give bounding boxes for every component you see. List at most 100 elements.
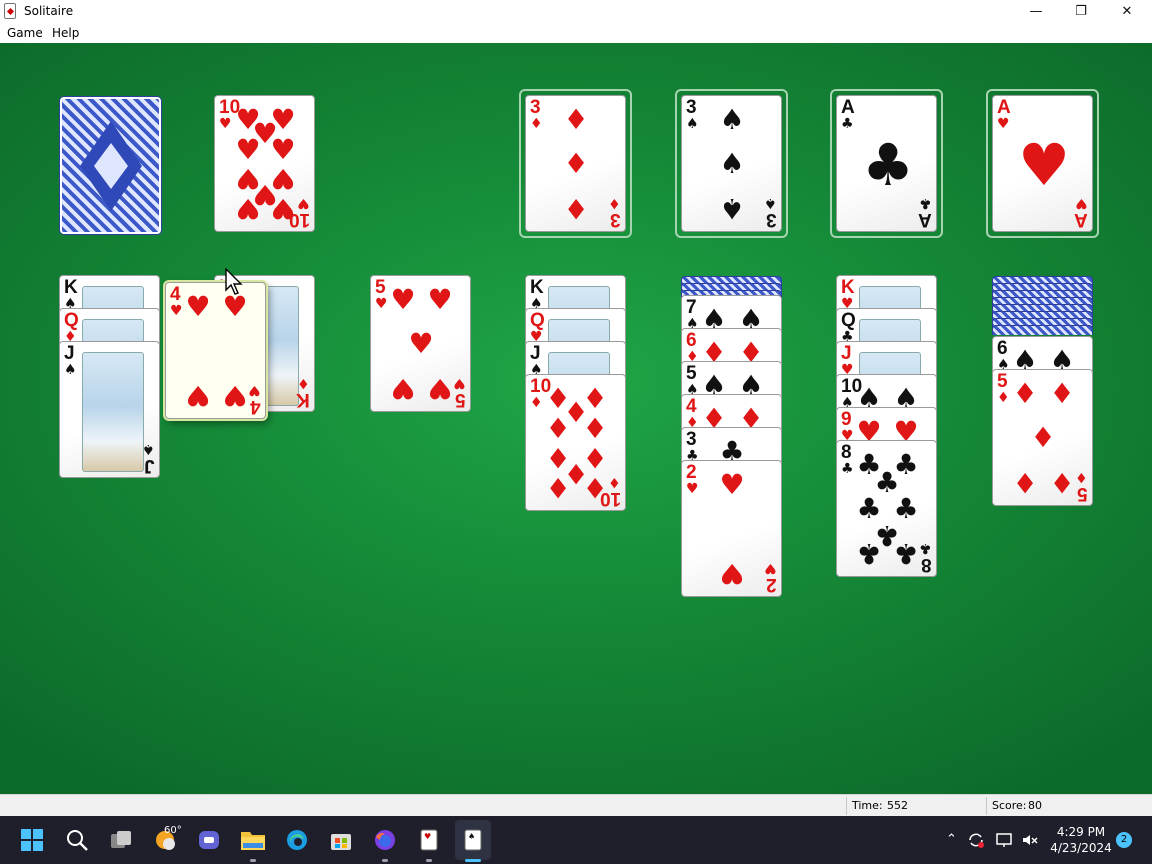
tableau-1-card[interactable]: J ♠ ♠ J bbox=[59, 341, 160, 478]
tableau-4-card[interactable]: 10 ♦ ♦ ♦ ♦ ♦ ♦ ♦ ♦ ♦ ♦ ♦ ♦ 10 bbox=[525, 374, 626, 511]
card-rank: K bbox=[530, 277, 544, 298]
card-rank: 9 bbox=[841, 409, 852, 430]
solitaire-active-icon[interactable]: ♠ bbox=[457, 824, 489, 856]
card-suit-icon: ♥ bbox=[1075, 195, 1088, 211]
game-table[interactable]: 10 ♥ ♥ ♥ ♥ ♥ ♥ ♥ ♥ ♥ ♥ ♥ ♥ 10 3 ♦ ♦ ♦ ♦ … bbox=[0, 43, 1152, 794]
pip-icon: ♥ bbox=[235, 133, 261, 166]
pip-icon: ♥ bbox=[408, 327, 434, 360]
card-rank: Q bbox=[64, 310, 79, 331]
minimize-button[interactable]: — bbox=[1013, 0, 1059, 22]
weather-temperature: 60° bbox=[164, 825, 182, 836]
file-explorer-icon[interactable] bbox=[237, 824, 269, 856]
card-suit-icon: ♥ bbox=[453, 375, 466, 391]
pip-icon: ♥ bbox=[390, 283, 416, 316]
card-rank: 5 bbox=[455, 389, 466, 410]
card-suit-icon: ♥ bbox=[219, 116, 232, 132]
menu-help[interactable]: Help bbox=[52, 26, 79, 40]
menu-bar: Game Help bbox=[0, 22, 1152, 43]
pip-icon: ♠ bbox=[719, 103, 745, 136]
network-icon[interactable] bbox=[994, 830, 1014, 854]
firefox-icon[interactable] bbox=[369, 824, 401, 856]
waste-card[interactable]: 10 ♥ ♥ ♥ ♥ ♥ ♥ ♥ ♥ ♥ ♥ ♥ ♥ 10 bbox=[214, 95, 315, 232]
stock-pile[interactable] bbox=[60, 97, 161, 234]
score-label: Score: bbox=[992, 799, 1027, 812]
pip-icon: ♥ bbox=[185, 379, 211, 412]
card-rank: 5 bbox=[375, 277, 386, 298]
card-suit-icon: ♣ bbox=[919, 195, 932, 211]
time-value: 552 bbox=[887, 799, 908, 812]
pip-icon: ♥ bbox=[390, 372, 416, 405]
card-suit-icon: ♠ bbox=[764, 195, 777, 211]
svg-text:♠: ♠ bbox=[468, 832, 475, 841]
foundation-1-card[interactable]: 3 ♦ ♦ ♦ ♦ ♦ 3 bbox=[525, 95, 626, 232]
card-suit-icon: ♥ bbox=[764, 560, 777, 576]
clock-time: 4:29 PM bbox=[1056, 825, 1106, 839]
active-indicator bbox=[465, 859, 481, 862]
pip-icon: ♦ bbox=[563, 103, 589, 136]
card-suit-icon: ♦ bbox=[297, 375, 310, 391]
tableau-7-card[interactable]: 5 ♦ ♦ ♦ ♦ ♦ ♦ ♦ 5 bbox=[992, 369, 1093, 506]
card-rank: K bbox=[64, 277, 78, 298]
store-icon[interactable] bbox=[325, 824, 357, 856]
card-rank: 4 bbox=[170, 284, 181, 305]
pip-icon: ♦ bbox=[1030, 421, 1056, 454]
card-rank: 3 bbox=[686, 429, 697, 450]
card-suit-icon: ♦ bbox=[608, 195, 621, 211]
tableau-6-card[interactable]: 8 ♣ ♣ ♣ ♣ ♣ ♣ ♣ ♣ ♣ ♣ 8 bbox=[836, 440, 937, 577]
running-indicator bbox=[426, 859, 432, 862]
edge-icon[interactable] bbox=[281, 824, 313, 856]
score-value: 80 bbox=[1028, 799, 1042, 812]
volume-muted-icon[interactable] bbox=[1020, 830, 1040, 854]
pip-icon: ♠ bbox=[719, 147, 745, 180]
card-suit-icon: ♥ bbox=[297, 195, 310, 211]
menu-game[interactable]: Game bbox=[7, 26, 43, 40]
card-suit-icon: ♥ bbox=[375, 296, 388, 312]
pip-icon: ♥ bbox=[270, 133, 296, 166]
windows-start-icon[interactable] bbox=[16, 824, 48, 856]
chevron-up-icon[interactable]: ⌃ bbox=[946, 832, 957, 847]
foundation-2-card[interactable]: 3 ♠ ♠ ♠ ♠ ♠ 3 bbox=[681, 95, 782, 232]
teams-icon[interactable] bbox=[193, 824, 225, 856]
solitaire-icon[interactable]: ♥ bbox=[413, 824, 445, 856]
card-rank: 3 bbox=[766, 209, 777, 230]
tableau-5-card[interactable]: 2 ♥ ♥ ♥ ♥ 2 bbox=[681, 460, 782, 597]
title-bar: Solitaire — ❐ ✕ bbox=[0, 0, 1152, 22]
foundation-3-card[interactable]: A ♣ ♣ ♣ A bbox=[836, 95, 937, 232]
card-rank: 5 bbox=[1077, 483, 1088, 504]
card-suit-icon: ♠ bbox=[686, 116, 699, 132]
foundation-4-card[interactable]: A ♥ ♥ ♥ A bbox=[992, 95, 1093, 232]
system-clock[interactable]: 4:29 PM 4/23/2024 bbox=[1050, 824, 1112, 856]
card-rank: 8 bbox=[841, 442, 852, 463]
taskbar: 60° ♥ ♠ ⌃ 4:29 PM 4/23/2024 2 bbox=[0, 816, 1152, 864]
face-down-card bbox=[992, 325, 1093, 335]
card-rank: 3 bbox=[610, 209, 621, 230]
pip-icon: ♦ bbox=[1049, 377, 1075, 410]
card-rank: Q bbox=[530, 310, 545, 331]
status-divider bbox=[846, 797, 847, 815]
card-suit-icon: ♥ bbox=[997, 116, 1010, 132]
pip-icon: ♥ bbox=[427, 283, 453, 316]
dragged-card[interactable]: 4 ♥ ♥ ♥ ♥ ♥ ♥ 4 bbox=[165, 282, 266, 419]
tableau-3-card[interactable]: 5 ♥ ♥ ♥ ♥ ♥ ♥ ♥ 5 bbox=[370, 275, 471, 412]
pip-icon: ♦ bbox=[563, 147, 589, 180]
card-rank: 5 bbox=[686, 363, 697, 384]
card-rank: 10 bbox=[288, 209, 310, 230]
card-suit-icon: ♦ bbox=[1075, 469, 1088, 485]
search-icon[interactable] bbox=[61, 824, 93, 856]
card-back-pattern bbox=[80, 121, 142, 211]
notification-badge[interactable]: 2 bbox=[1116, 832, 1132, 848]
pip-icon: ♦ bbox=[545, 471, 571, 504]
close-button[interactable]: ✕ bbox=[1104, 0, 1150, 22]
solitaire-app-icon bbox=[4, 3, 16, 19]
task-view-icon[interactable] bbox=[105, 824, 137, 856]
sync-icon[interactable] bbox=[966, 830, 986, 854]
card-suit-icon: ♥ bbox=[170, 303, 183, 319]
card-rank: 2 bbox=[766, 574, 777, 595]
time-label: Time: bbox=[852, 799, 883, 812]
maximize-button[interactable]: ❐ bbox=[1058, 0, 1104, 22]
pip-icon: ♥ bbox=[719, 557, 745, 590]
card-rank: K bbox=[841, 277, 855, 298]
pip-icon: ♥ bbox=[235, 192, 261, 225]
card-rank: 8 bbox=[921, 554, 932, 575]
pip-icon: ♥ bbox=[222, 290, 248, 323]
